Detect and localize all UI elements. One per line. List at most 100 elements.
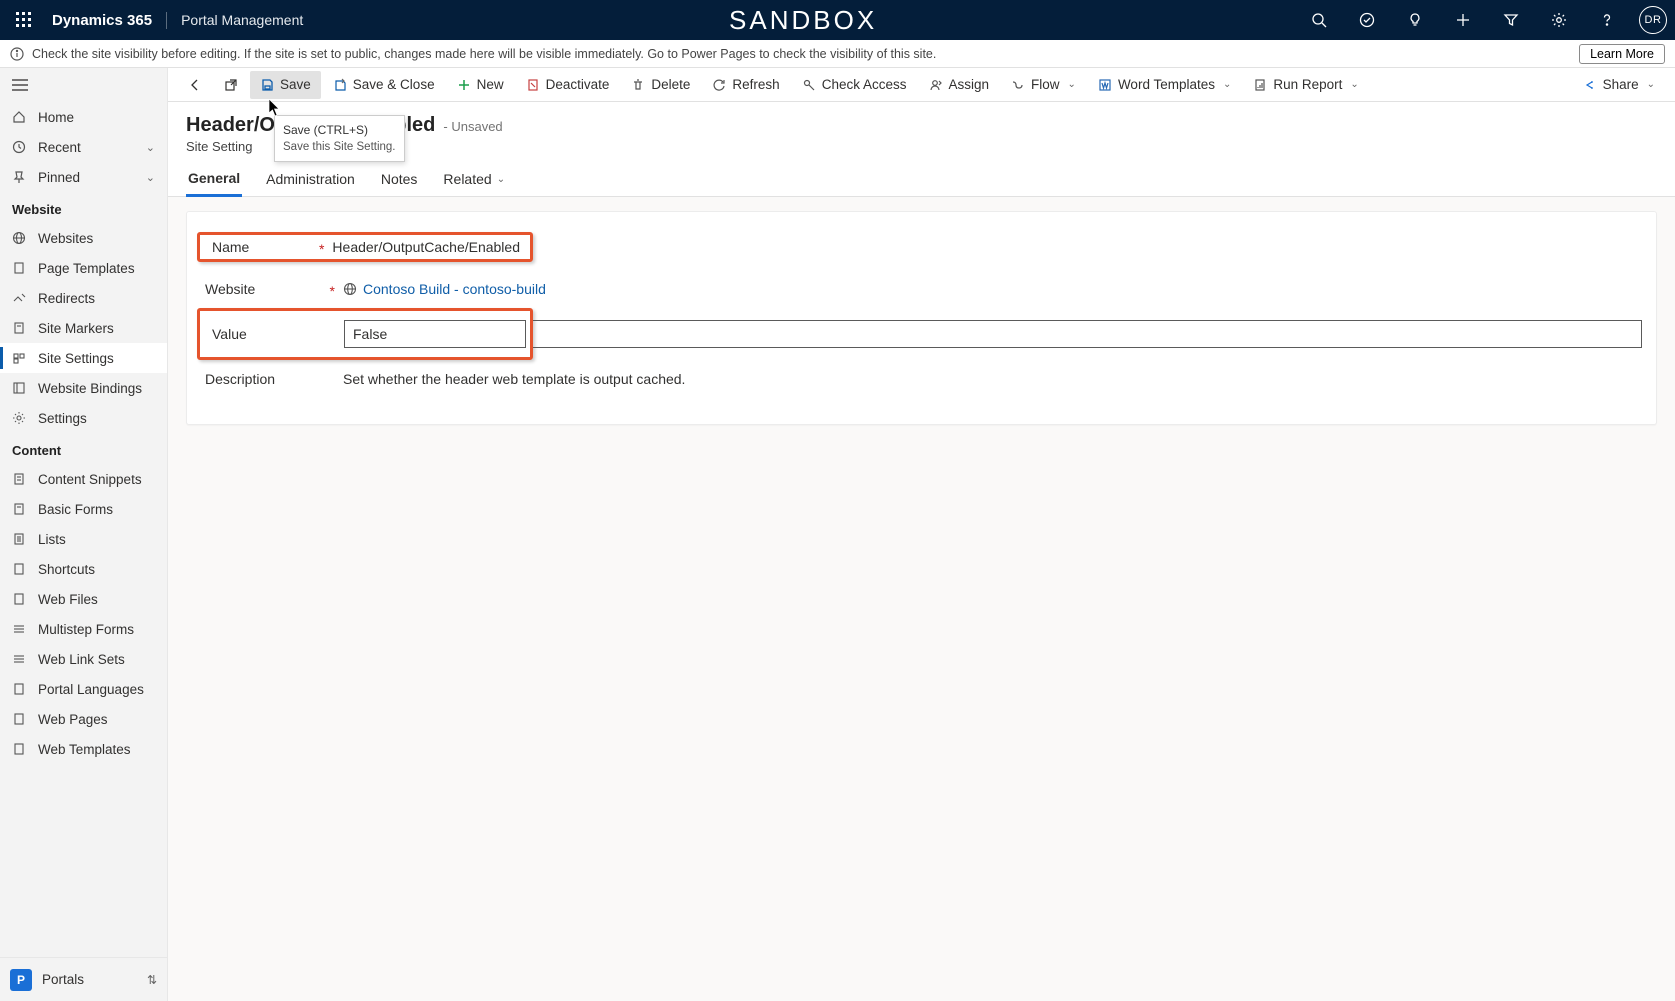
- assign-button[interactable]: Assign: [919, 71, 1000, 99]
- save-tooltip: Save (CTRL+S) Save this Site Setting.: [274, 115, 405, 162]
- updown-icon[interactable]: ⇅: [147, 973, 157, 987]
- app-subtitle: Portal Management: [167, 12, 303, 28]
- sidebar-item-recent[interactable]: Recent⌄: [0, 132, 167, 162]
- save-button[interactable]: Save: [250, 71, 321, 99]
- back-button[interactable]: [178, 71, 212, 99]
- delete-button[interactable]: Delete: [621, 71, 700, 99]
- form-icon: [12, 502, 28, 516]
- deactivate-button[interactable]: Deactivate: [516, 71, 620, 99]
- chevron-down-icon: ⌄: [1068, 79, 1076, 90]
- user-avatar[interactable]: DR: [1639, 6, 1667, 34]
- sidebar-item-basic-forms[interactable]: Basic Forms: [0, 494, 167, 524]
- refresh-button[interactable]: Refresh: [702, 71, 789, 99]
- redirect-icon: [12, 291, 28, 305]
- chevron-down-icon: ⌄: [1647, 79, 1655, 90]
- add-icon[interactable]: [1447, 4, 1479, 36]
- tab-related[interactable]: Related⌄: [441, 164, 507, 196]
- idea-icon[interactable]: [1399, 4, 1431, 36]
- language-icon: [12, 682, 28, 696]
- globe-icon: [12, 231, 28, 245]
- tab-general[interactable]: General: [186, 164, 242, 197]
- task-icon[interactable]: [1351, 4, 1383, 36]
- list-icon: [12, 532, 28, 546]
- sidebar-item-web-templates[interactable]: Web Templates: [0, 734, 167, 764]
- sidebar-item-web-files[interactable]: Web Files: [0, 584, 167, 614]
- sidebar-item-site-markers[interactable]: Site Markers: [0, 313, 167, 343]
- sidebar-toggle-icon[interactable]: [0, 68, 167, 102]
- chevron-down-icon: ⌄: [146, 171, 155, 184]
- area-switcher[interactable]: P Portals ⇅: [0, 957, 167, 1001]
- sidebar-item-home[interactable]: Home: [0, 102, 167, 132]
- name-value[interactable]: Header/OutputCache/Enabled: [326, 239, 526, 255]
- sidebar-item-websites[interactable]: Websites: [0, 223, 167, 253]
- form-row-name: Name* Header/OutputCache/Enabled: [197, 226, 1646, 268]
- info-icon: [10, 47, 24, 61]
- tooltip-desc: Save this Site Setting.: [283, 139, 396, 156]
- area-badge-label: Portals: [42, 972, 84, 987]
- sidebar-item-lists[interactable]: Lists: [0, 524, 167, 554]
- sidebar-item-web-pages[interactable]: Web Pages: [0, 704, 167, 734]
- sidebar-item-content-snippets[interactable]: Content Snippets: [0, 464, 167, 494]
- marker-icon: [12, 321, 28, 335]
- key-icon: [802, 78, 816, 92]
- record-unsaved-badge: - Unsaved: [443, 119, 502, 134]
- website-link[interactable]: Contoso Build - contoso-build: [363, 281, 546, 297]
- form-row-value: Value: [197, 310, 1646, 358]
- sidebar-item-pinned[interactable]: Pinned⌄: [0, 162, 167, 192]
- sidebar-item-web-link-sets[interactable]: Web Link Sets: [0, 644, 167, 674]
- learn-more-button[interactable]: Learn More: [1579, 44, 1665, 64]
- flow-button[interactable]: Flow⌄: [1001, 71, 1086, 99]
- sidebar-item-page-templates[interactable]: Page Templates: [0, 253, 167, 283]
- bindings-icon: [12, 381, 28, 395]
- app-launcher-icon[interactable]: [8, 4, 40, 36]
- assign-icon: [929, 78, 943, 92]
- save-icon: [260, 78, 274, 92]
- word-icon: [1098, 78, 1112, 92]
- filter-icon[interactable]: [1495, 4, 1527, 36]
- template-icon: [12, 742, 28, 756]
- settings-list-icon: [12, 351, 28, 365]
- chevron-down-icon: ⌄: [1223, 79, 1231, 90]
- home-icon: [12, 110, 28, 124]
- clock-icon: [12, 140, 28, 154]
- description-value[interactable]: Set whether the header web template is o…: [337, 371, 1646, 387]
- page-icon: [12, 712, 28, 726]
- sidebar-section-website: Website: [0, 192, 167, 223]
- tab-administration[interactable]: Administration: [264, 164, 357, 196]
- sidebar-item-site-settings[interactable]: Site Settings: [0, 343, 167, 373]
- sidebar-item-shortcuts[interactable]: Shortcuts: [0, 554, 167, 584]
- value-input-ext[interactable]: [533, 320, 1642, 348]
- command-bar: Save Save & Close New Deactivate Delete …: [168, 68, 1675, 102]
- sidebar-item-settings[interactable]: Settings: [0, 403, 167, 433]
- open-new-window-button[interactable]: [214, 71, 248, 99]
- share-button[interactable]: Share⌄: [1573, 71, 1665, 99]
- tooltip-title: Save (CTRL+S): [283, 121, 396, 139]
- word-templates-button[interactable]: Word Templates⌄: [1088, 71, 1241, 99]
- product-brand[interactable]: Dynamics 365: [52, 12, 167, 29]
- form-card: Name* Header/OutputCache/Enabled Website…: [186, 211, 1657, 425]
- sidebar-item-redirects[interactable]: Redirects: [0, 283, 167, 313]
- tab-notes[interactable]: Notes: [379, 164, 420, 196]
- value-input[interactable]: [344, 320, 526, 348]
- sidebar-item-multistep-forms[interactable]: Multistep Forms: [0, 614, 167, 644]
- deactivate-icon: [526, 78, 540, 92]
- run-report-button[interactable]: Run Report⌄: [1243, 71, 1368, 99]
- value-label: Value: [204, 326, 344, 342]
- form-row-description: Description Set whether the header web t…: [197, 358, 1646, 400]
- page-icon: [12, 261, 28, 275]
- new-button[interactable]: New: [447, 71, 514, 99]
- check-access-button[interactable]: Check Access: [792, 71, 917, 99]
- search-icon[interactable]: [1303, 4, 1335, 36]
- sidebar-item-website-bindings[interactable]: Website Bindings: [0, 373, 167, 403]
- save-close-button[interactable]: Save & Close: [323, 71, 445, 99]
- help-icon[interactable]: [1591, 4, 1623, 36]
- file-icon: [12, 592, 28, 606]
- gear-icon[interactable]: [1543, 4, 1575, 36]
- sidebar: Home Recent⌄ Pinned⌄ Website Websites Pa…: [0, 68, 168, 1001]
- website-field[interactable]: Contoso Build - contoso-build: [337, 281, 1646, 297]
- multistep-icon: [12, 622, 28, 636]
- sidebar-item-portal-languages[interactable]: Portal Languages: [0, 674, 167, 704]
- environment-banner: SANDBOX: [303, 5, 1303, 36]
- record-entity-label: Site Setting: [186, 139, 1657, 154]
- open-icon: [224, 78, 238, 92]
